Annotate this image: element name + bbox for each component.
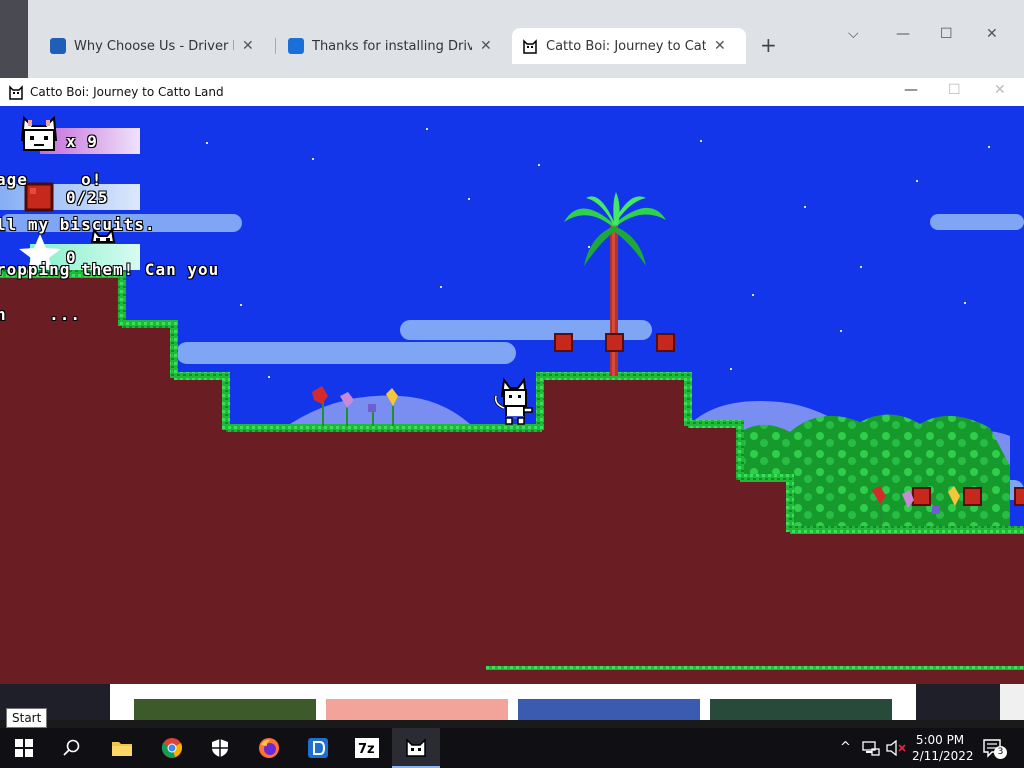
volume-muted-icon[interactable] (886, 739, 906, 759)
notifications-button[interactable]: 3 (982, 738, 1007, 761)
7zip-button[interactable]: 7z (343, 728, 391, 768)
driver-easy-icon (50, 38, 66, 54)
shield-icon (212, 739, 228, 757)
dialogue-box: age o! ll my biscuits. ropping them! Can… (0, 142, 219, 352)
close-tab-icon[interactable]: ✕ (242, 38, 254, 54)
game-thumbnail[interactable] (326, 699, 508, 720)
desktop: Why Choose Us - Driver Easy ✕ Thanks for… (0, 0, 1024, 768)
game-maximize-button[interactable]: ☐ (948, 82, 961, 98)
clock-time: 5:00 PM (915, 733, 965, 747)
7zip-icon: 7z (355, 738, 379, 758)
start-tooltip: Start (6, 708, 48, 728)
tab-title: Why Choose Us - Driver Easy (74, 38, 234, 54)
game-canvas[interactable]: age o! ll my biscuits. ropping them! Can… (0, 106, 1024, 684)
tab-title: Thanks for installing Driver Booster (312, 38, 472, 54)
catto-boi-button[interactable] (392, 728, 440, 768)
game-thumbnail[interactable] (710, 699, 892, 720)
webpage-area (110, 684, 916, 720)
clock[interactable]: 5:00 PM 2/11/2022 (912, 732, 974, 764)
game-minimize-button[interactable]: — (904, 82, 918, 98)
page-scrollbar[interactable] (1000, 684, 1024, 720)
network-icon[interactable] (862, 740, 880, 759)
game-thumbnail[interactable] (518, 699, 700, 720)
clock-date: 2/11/2022 (912, 749, 974, 763)
show-hidden-icons-button[interactable]: ^ (840, 740, 851, 755)
tab-separator (275, 38, 276, 54)
game-thumbnail[interactable] (134, 699, 316, 720)
dialogue-line: ropping them! Can you (0, 260, 220, 279)
tab-search-button[interactable]: ⌵ (848, 26, 859, 42)
tab-driver-easy[interactable]: Why Choose Us - Driver Easy ✕ (40, 28, 272, 64)
new-tab-button[interactable]: + (760, 33, 777, 57)
cat-icon (406, 738, 426, 757)
lives-counter: x 9 (66, 132, 98, 151)
chrome-button[interactable] (148, 728, 196, 768)
biscuit-counter: 0/25 (66, 188, 109, 207)
desktop-edge (0, 0, 28, 80)
svg-text:7z: 7z (358, 742, 375, 757)
start-button[interactable] (0, 728, 48, 768)
windows-security-button[interactable] (196, 728, 244, 768)
dialogue-line: n ... (0, 305, 82, 324)
firefox-button[interactable] (245, 728, 293, 768)
tab-title: Catto Boi: Journey to Catto Land (546, 38, 706, 54)
catto-boi-icon (522, 38, 538, 54)
game-window: Catto Boi: Journey to Catto Land — ☐ ✕ a… (0, 78, 1024, 684)
browser-minimize-button[interactable]: — (896, 26, 910, 42)
dialogue-line: ll my biscuits. (0, 215, 156, 234)
folder-icon (112, 742, 132, 756)
windows-icon (15, 739, 33, 757)
tab-driver-booster[interactable]: Thanks for installing Driver Booster ✕ (278, 28, 510, 64)
search-button[interactable] (48, 728, 96, 768)
browser-page-fragment (0, 684, 1024, 720)
firefox-icon (259, 738, 279, 758)
driver-booster-icon (288, 38, 304, 54)
dialogue-line: age o! (0, 170, 103, 189)
taskbar: 7z ^ 5:00 PM 2/11/2022 3 (0, 728, 1024, 768)
tab-catto-boi[interactable]: Catto Boi: Journey to Catto Land ✕ (512, 28, 746, 64)
close-tab-icon[interactable]: ✕ (714, 38, 726, 54)
search-icon (63, 739, 80, 756)
browser-maximize-button[interactable]: ☐ (940, 26, 953, 42)
chrome-icon (161, 738, 183, 758)
cat-app-icon (9, 85, 23, 100)
file-explorer-button[interactable] (98, 728, 146, 768)
star-counter: 0 (66, 248, 77, 267)
driver-easy-icon (308, 738, 328, 758)
notification-badge: 3 (994, 746, 1007, 759)
close-tab-icon[interactable]: ✕ (480, 38, 492, 54)
game-window-title: Catto Boi: Journey to Catto Land (30, 85, 224, 99)
browser-close-button[interactable]: ✕ (986, 26, 998, 42)
game-title-bar: Catto Boi: Journey to Catto Land — ☐ ✕ (0, 78, 1024, 106)
driver-easy-button[interactable] (294, 728, 342, 768)
browser-window: Why Choose Us - Driver Easy ✕ Thanks for… (0, 0, 1024, 80)
game-close-button[interactable]: ✕ (994, 82, 1006, 98)
